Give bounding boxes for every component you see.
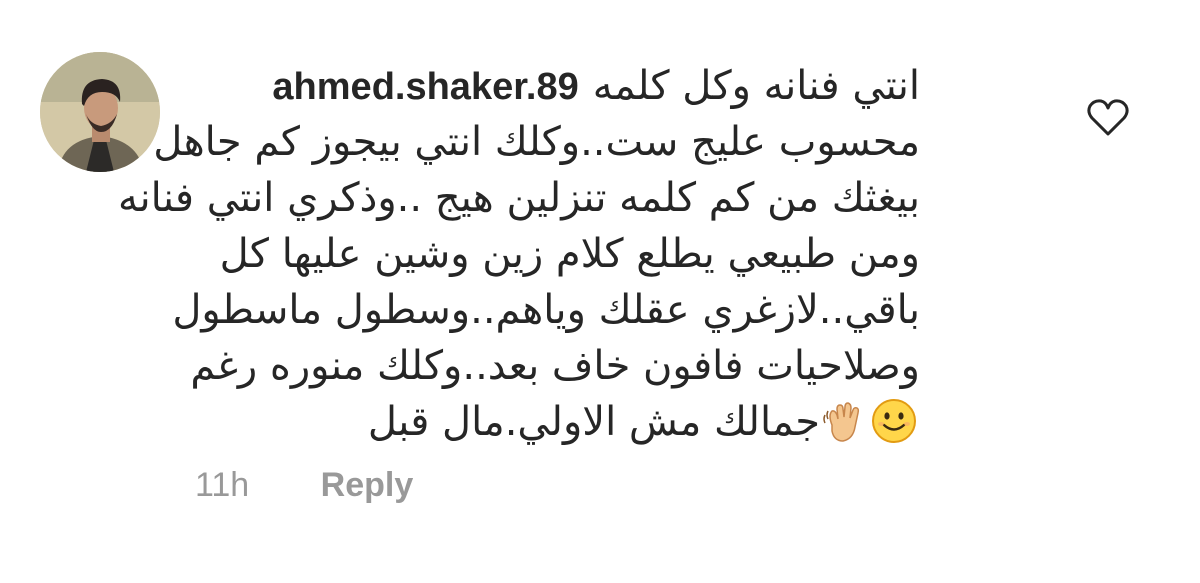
comment-item: ahmed.shaker.89 انتي فنانه وكل كلمه محسوب… bbox=[0, 0, 1200, 583]
comment-text-line: بيغثك من كم كلمه تنزلين هيج ..وذكري انتي… bbox=[118, 175, 920, 221]
avatar[interactable] bbox=[40, 52, 160, 172]
comment-text-line: جمالك مش الاولي.مال قبل bbox=[367, 399, 820, 445]
comment-text-line: باقي..لازغري عقلك وياهم..وسطول ماسطول bbox=[172, 287, 920, 333]
comment-text-line: ومن طبيعي يطلع كلام زين وشين عليها كل bbox=[219, 231, 920, 277]
comment-last-line: جمالك مش الاولي.مال قبل bbox=[368, 394, 920, 460]
heart-outline-icon[interactable] bbox=[1086, 98, 1130, 138]
avatar-image bbox=[40, 52, 160, 172]
smiling-face-emoji bbox=[870, 397, 918, 460]
username[interactable]: ahmed.shaker.89 bbox=[272, 66, 578, 108]
comment-text-line: انتي فنانه وكل كلمه bbox=[592, 63, 920, 109]
comment-text-line: وصلاحيات فافون خاف بعد..وكلك منوره رغم bbox=[190, 343, 920, 389]
waving-hand-emoji bbox=[822, 401, 866, 460]
comment-first-line: ahmed.shaker.89 انتي فنانه وكل كلمه bbox=[272, 58, 920, 115]
reply-button[interactable]: Reply bbox=[321, 466, 414, 505]
comment-text-line: محسوب عليج ست..وكلك انتي بيجوز كم جاهل bbox=[153, 119, 920, 165]
comment-footer: 11h Reply bbox=[195, 466, 413, 505]
timestamp: 11h bbox=[195, 466, 250, 504]
